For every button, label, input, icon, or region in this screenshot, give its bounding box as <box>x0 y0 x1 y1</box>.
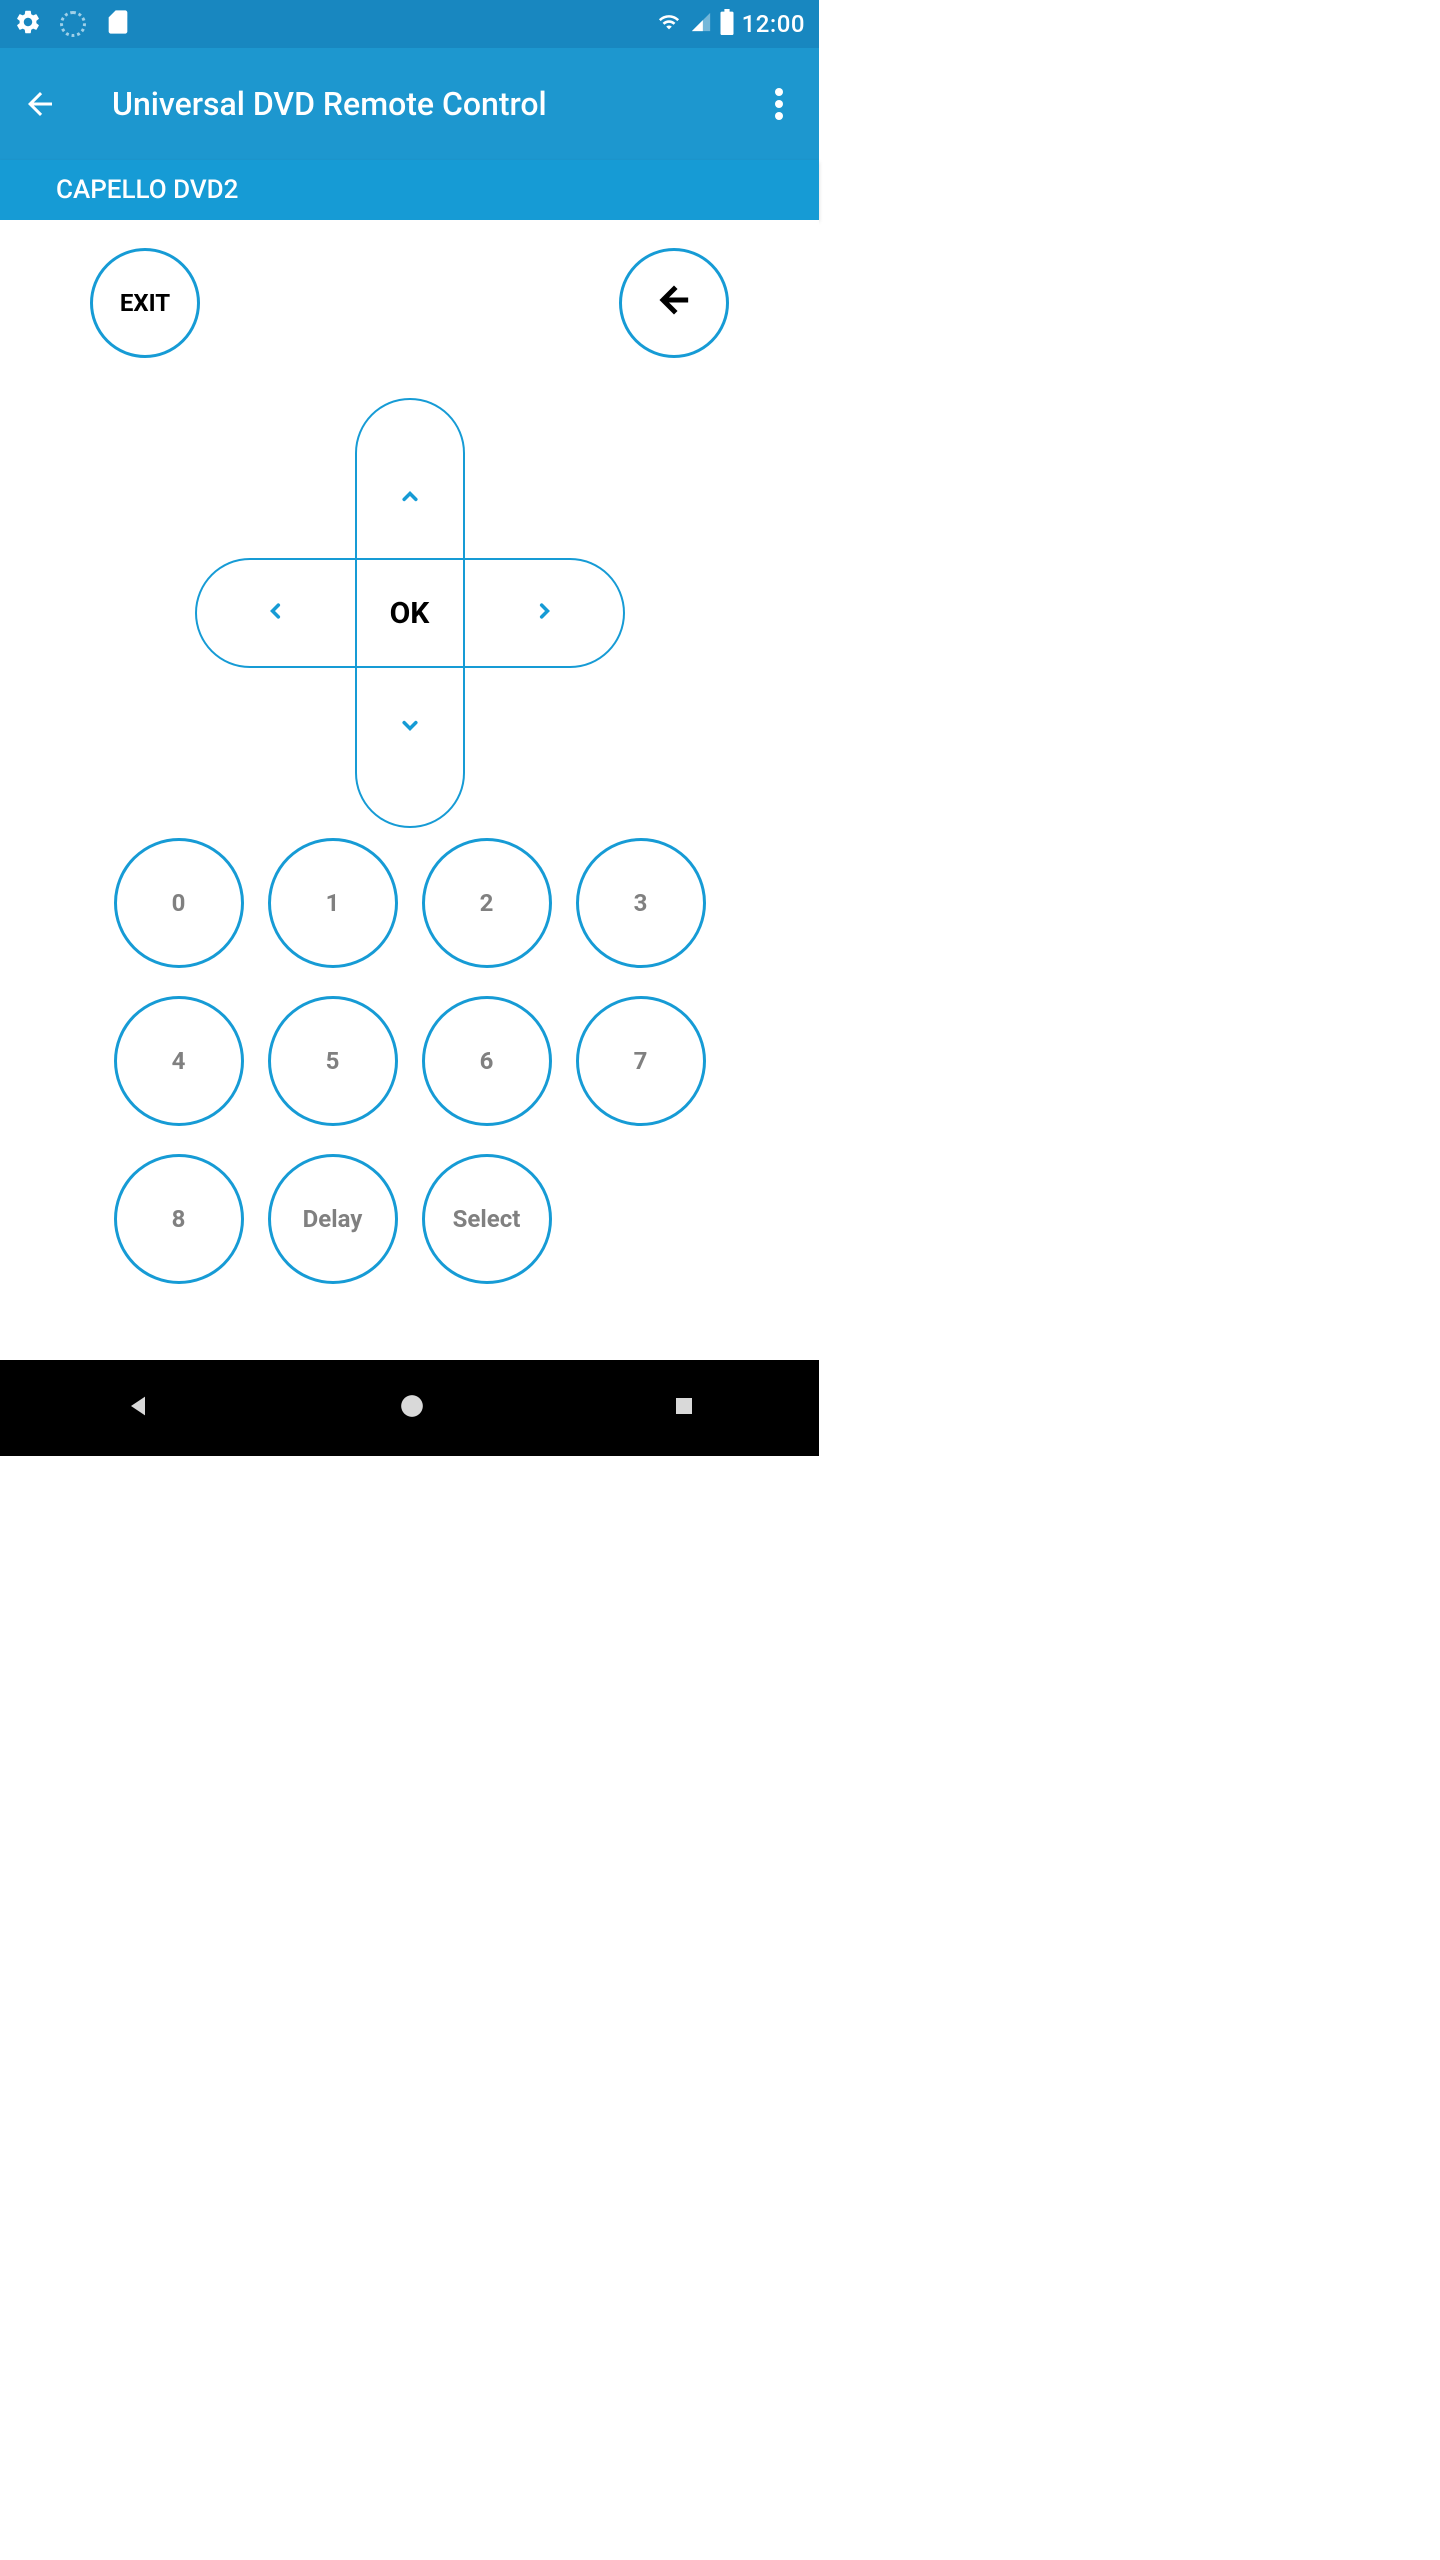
numpad-8-button[interactable]: 8 <box>114 1154 244 1284</box>
exit-label: EXIT <box>120 289 170 317</box>
numpad-2-button[interactable]: 2 <box>422 838 552 968</box>
back-button[interactable] <box>16 80 64 128</box>
dpad-left-button[interactable] <box>195 558 355 668</box>
remote-content: EXIT OK <box>0 220 819 1284</box>
numpad-6-button[interactable]: 6 <box>422 996 552 1126</box>
numpad-1-button[interactable]: 1 <box>268 838 398 968</box>
device-name: CAPELLO DVD2 <box>56 175 238 205</box>
dpad-container: OK <box>0 398 819 828</box>
numpad-delay-button[interactable]: Delay <box>268 1154 398 1284</box>
numpad-select-button[interactable]: Select <box>422 1154 552 1284</box>
nav-back-button[interactable] <box>124 1392 152 1424</box>
dpad-down-button[interactable] <box>355 668 465 828</box>
status-time: 12:00 <box>742 10 805 38</box>
chevron-up-icon <box>396 483 424 515</box>
nav-recent-button[interactable] <box>672 1394 696 1422</box>
numpad-7-button[interactable]: 7 <box>576 996 706 1126</box>
chevron-right-icon <box>530 597 558 629</box>
app-bar: Universal DVD Remote Control <box>0 48 819 160</box>
nav-home-button[interactable] <box>399 1393 425 1423</box>
navigation-bar <box>0 1360 819 1456</box>
battery-icon <box>720 9 734 39</box>
numpad-5-button[interactable]: 5 <box>268 996 398 1126</box>
return-button[interactable] <box>619 248 729 358</box>
top-button-row: EXIT <box>0 220 819 358</box>
status-left <box>14 8 132 40</box>
numpad-0-button[interactable]: 0 <box>114 838 244 968</box>
exit-button[interactable]: EXIT <box>90 248 200 358</box>
device-tab[interactable]: CAPELLO DVD2 <box>0 160 819 220</box>
overflow-menu-button[interactable] <box>755 80 803 128</box>
dpad-up-button[interactable] <box>355 398 465 558</box>
dpad: OK <box>195 398 625 828</box>
chevron-left-icon <box>262 597 290 629</box>
chevron-down-icon <box>396 711 424 743</box>
app-title: Universal DVD Remote Control <box>112 85 547 123</box>
arrow-left-icon <box>654 280 694 326</box>
sync-icon <box>60 11 86 37</box>
wifi-icon <box>656 11 682 37</box>
numpad-3-button[interactable]: 3 <box>576 838 706 968</box>
sd-card-icon <box>104 8 132 40</box>
number-pad: 0 1 2 3 4 5 6 7 8 Delay Select <box>0 838 819 1284</box>
numpad-4-button[interactable]: 4 <box>114 996 244 1126</box>
dpad-ok-button[interactable]: OK <box>355 558 465 668</box>
signal-icon <box>690 11 712 37</box>
ok-label: OK <box>390 596 430 631</box>
status-bar: 12:00 <box>0 0 819 48</box>
gear-icon <box>14 8 42 40</box>
status-right: 12:00 <box>656 9 805 39</box>
dpad-right-button[interactable] <box>465 558 625 668</box>
